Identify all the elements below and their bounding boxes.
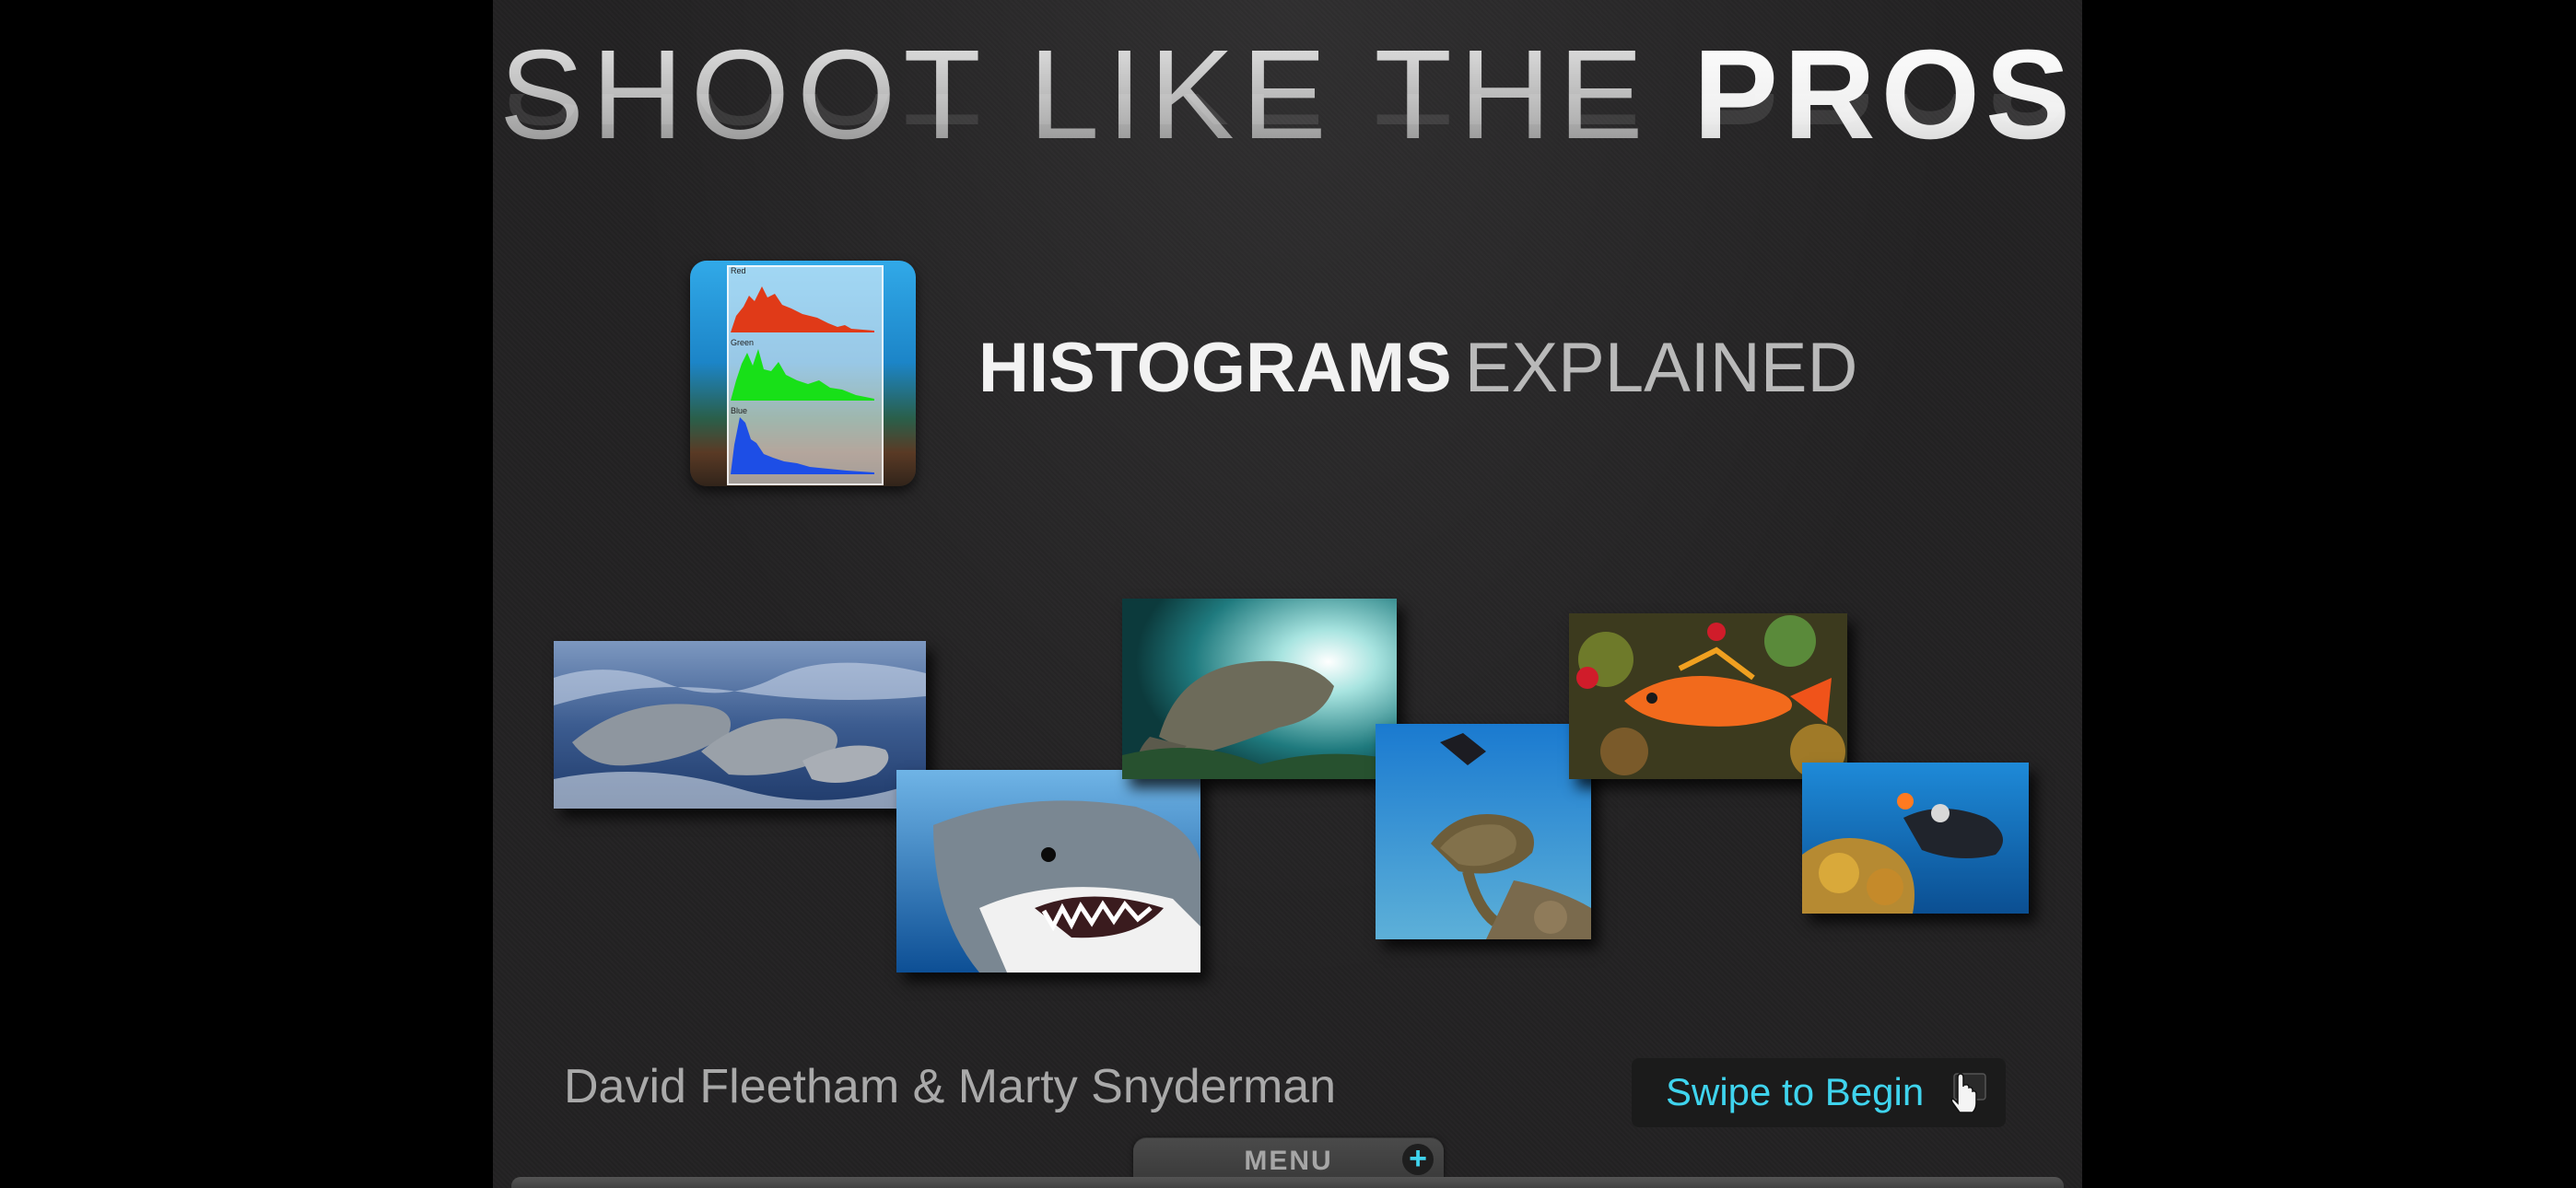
menu-label: MENU <box>1244 1146 1333 1176</box>
swipe-to-begin-button[interactable]: Swipe to Begin <box>1632 1057 2006 1127</box>
histogram-label-blue: Blue <box>731 406 747 415</box>
menu-plus-icon[interactable]: + <box>1402 1143 1434 1175</box>
title-reflection-light: SHOOT LIKE THE <box>499 94 1651 149</box>
histogram-label-green: Green <box>731 338 754 347</box>
blue-histogram <box>731 417 874 474</box>
photo-dolphins <box>554 641 926 809</box>
histogram-graphs: Red Green Blue <box>731 266 874 474</box>
subtitle-bold: HISTOGRAMS <box>978 329 1452 407</box>
hand-swipe-icon <box>1945 1072 1989 1121</box>
title-reflection: SHOOT LIKE THE PROS <box>493 94 2082 149</box>
photo-diver-and-sea-turtle <box>1376 724 1591 939</box>
green-histogram <box>731 349 874 401</box>
title-reflection-bold: PROS <box>1693 94 2076 149</box>
bottom-toolbar-edge <box>511 1177 2064 1188</box>
red-histogram <box>731 286 874 332</box>
photo-diver-with-light-on-reef <box>1802 763 2029 914</box>
histogram-label-red: Red <box>731 266 746 275</box>
authors-credit: David Fleetham & Marty Snyderman <box>564 1060 1337 1113</box>
photo-manatee <box>1122 599 1397 779</box>
swipe-label: Swipe to Begin <box>1666 1070 1925 1113</box>
subtitle-light: EXPLAINED <box>1464 329 1858 407</box>
photo-great-white-shark <box>896 770 1200 973</box>
histogram-book-icon: Red Green Blue <box>690 261 916 486</box>
book-subtitle: HISTOGRAMS EXPLAINED <box>978 324 1857 413</box>
title-page: SHOOT LIKE THE PROS SHOOT LIKE THE PROS … <box>493 0 2082 1188</box>
photo-orange-reef-fish <box>1569 613 1847 779</box>
